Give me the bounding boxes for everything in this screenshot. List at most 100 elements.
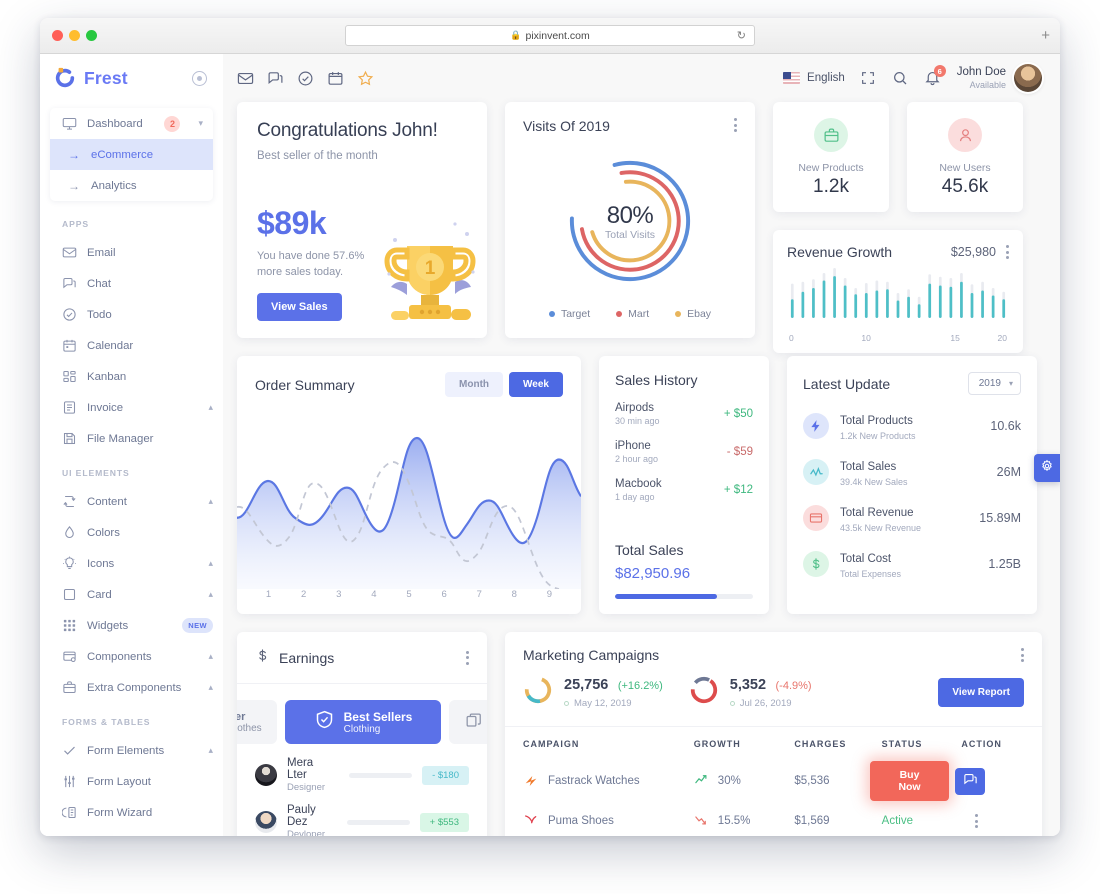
sidebar-item-todo[interactable]: Todo	[40, 299, 223, 330]
marketing-campaigns-card: Marketing Campaigns 25,756 (+16.2%) May …	[505, 632, 1042, 836]
chevron-up-icon[interactable]: ▴	[208, 746, 213, 755]
sidebar-item-colors[interactable]: Colors	[40, 517, 223, 548]
legend-dot	[675, 311, 682, 317]
sidebar-item-widgets[interactable]: Widgets NEW	[40, 610, 223, 641]
sidebar-item-email[interactable]: Email	[40, 237, 223, 268]
sidebar-item-label: Widgets	[87, 619, 129, 632]
visits-title: Visits Of 2019	[523, 118, 610, 134]
notifications-button[interactable]: 6	[924, 65, 946, 87]
sidebar-item-analytics[interactable]: → Analytics	[50, 170, 213, 201]
sidebar-item-calendar[interactable]: Calendar	[40, 330, 223, 361]
mail-icon[interactable]	[237, 70, 254, 87]
order-summary-card: Order Summary Month Week 1 2 3 4 5 6 7 8…	[237, 356, 581, 614]
chat-icon[interactable]	[267, 70, 284, 87]
sidebar-item-extra-components[interactable]: Extra Components ▴	[40, 672, 223, 703]
calendar-icon[interactable]	[327, 70, 344, 87]
sidebar-item-file-manager[interactable]: File Manager	[40, 423, 223, 454]
chevron-up-icon[interactable]: ▴	[208, 652, 213, 661]
minimize-window-button[interactable]	[69, 30, 80, 41]
toggle-month-button[interactable]: Month	[445, 372, 504, 397]
view-sales-button[interactable]: View Sales	[257, 292, 342, 321]
settings-fab-button[interactable]	[1034, 454, 1060, 482]
latest-name: Total Products	[840, 415, 913, 427]
language-selector[interactable]: English	[783, 72, 845, 84]
earnings-person-row: Pauly Dez Devloper + $553	[237, 793, 487, 836]
sale-amount: + $12	[723, 484, 753, 496]
sidebar-item-invoice[interactable]: Invoice ▴	[40, 392, 223, 423]
sidebar-item-label: Form Layout	[87, 775, 151, 788]
sidebar-item-chat[interactable]: Chat	[40, 268, 223, 299]
total-sales-progress-fill	[615, 594, 718, 599]
search-icon[interactable]	[892, 70, 909, 87]
brand[interactable]: Frest	[40, 54, 223, 102]
latest-sub: 43.5k New Revenue	[840, 523, 922, 533]
carousel-active-slide[interactable]: Best Sellers Clothing	[285, 700, 441, 744]
visits-center-sub: Total Visits	[605, 228, 655, 241]
table-row: Fastrack Watches 30% $5,536 Buy Now	[505, 761, 1042, 801]
check-circle-icon[interactable]	[297, 70, 314, 87]
kebab-menu-icon[interactable]	[975, 814, 979, 828]
new-tab-button[interactable]: +	[1041, 28, 1050, 43]
chevron-up-icon[interactable]: ▴	[208, 403, 213, 412]
chevron-up-icon[interactable]: ▴	[208, 497, 213, 506]
reload-icon[interactable]: ↻	[737, 29, 746, 42]
user-menu[interactable]: John Doe Available	[957, 64, 1042, 92]
topbar-quick-links	[237, 70, 374, 87]
chevron-down-icon[interactable]: ▾	[198, 119, 203, 128]
sidebar-item-label: Form Wizard	[87, 806, 153, 819]
chevron-down-icon: ▾	[1008, 379, 1013, 388]
maximize-window-button[interactable]	[86, 30, 97, 41]
sidebar-item-ecommerce[interactable]: → eCommerce	[50, 139, 213, 170]
sliders-icon	[62, 774, 77, 789]
order-summary-header: Order Summary Month Week	[237, 372, 581, 397]
address-bar[interactable]: 🔒 pixinvent.com ↻	[345, 25, 755, 46]
window-traffic-lights[interactable]	[52, 30, 97, 41]
pulse-icon	[803, 459, 829, 485]
legend-label: Ebay	[687, 308, 712, 320]
chevron-up-icon[interactable]: ▴	[208, 683, 213, 692]
sidebar-nav: Dashboard 2 ▾ → eCommerce → Analytics AP…	[40, 102, 223, 836]
kebab-menu-icon[interactable]	[734, 118, 737, 132]
close-window-button[interactable]	[52, 30, 63, 41]
sidebar-item-kanban[interactable]: Kanban	[40, 361, 223, 392]
column-header-campaign: CAMPAIGN	[523, 739, 580, 749]
fullscreen-icon[interactable]	[860, 70, 877, 87]
sidebar-item-form-elements[interactable]: Form Elements ▴	[40, 735, 223, 766]
year-select[interactable]: 2019 ▾	[967, 372, 1021, 395]
star-icon[interactable]	[357, 70, 374, 87]
stat-label: New Products	[798, 162, 864, 174]
cell-charges: $1,569	[794, 815, 830, 827]
language-label: English	[807, 72, 845, 84]
visits-legend: Target Mart Ebay	[523, 308, 737, 322]
kebab-menu-icon[interactable]	[1006, 245, 1009, 259]
chevron-up-icon[interactable]: ▴	[208, 559, 213, 568]
kebab-menu-icon[interactable]	[466, 650, 469, 665]
sale-time: 30 min ago	[615, 416, 660, 426]
carousel-prev-slide[interactable]: er lothes	[237, 700, 277, 744]
sidebar-item-components[interactable]: Components ▴	[40, 641, 223, 672]
sidebar-item-form-layout[interactable]: Form Layout	[40, 766, 223, 797]
buy-now-button[interactable]: Buy Now	[869, 761, 950, 801]
toggle-week-button[interactable]: Week	[509, 372, 563, 397]
carousel-next-slide[interactable]	[449, 700, 487, 744]
visits-donut-chart: 80% Total Visits	[523, 134, 737, 308]
view-report-button[interactable]: View Report	[938, 678, 1024, 707]
briefcase-icon	[814, 118, 848, 152]
sales-history-card: Sales History Airpods 30 min ago + $50 i…	[599, 356, 769, 614]
kebab-menu-icon[interactable]	[1021, 648, 1024, 662]
sidebar-item-content[interactable]: Content ▴	[40, 486, 223, 517]
axis-tick: 7	[476, 589, 482, 600]
sidebar-item-dashboard[interactable]: Dashboard 2 ▾	[50, 108, 213, 139]
sidebar-item-card[interactable]: Card ▴	[40, 579, 223, 610]
marketing-header: Marketing Campaigns	[505, 632, 1042, 663]
chat-action-button[interactable]	[955, 767, 986, 795]
sidebar-item-label: Invoice	[87, 401, 124, 414]
sidebar-item-label: Content	[87, 495, 127, 508]
sidebar-pin-icon[interactable]	[192, 70, 207, 86]
cell-campaign: Puma Shoes	[523, 801, 694, 836]
avatar	[255, 764, 277, 786]
visits-center-label: 80% Total Visits	[605, 202, 655, 241]
sidebar-item-icons[interactable]: Icons ▴	[40, 548, 223, 579]
sidebar-item-form-wizard[interactable]: Form Wizard	[40, 797, 223, 828]
chevron-up-icon[interactable]: ▴	[208, 590, 213, 599]
